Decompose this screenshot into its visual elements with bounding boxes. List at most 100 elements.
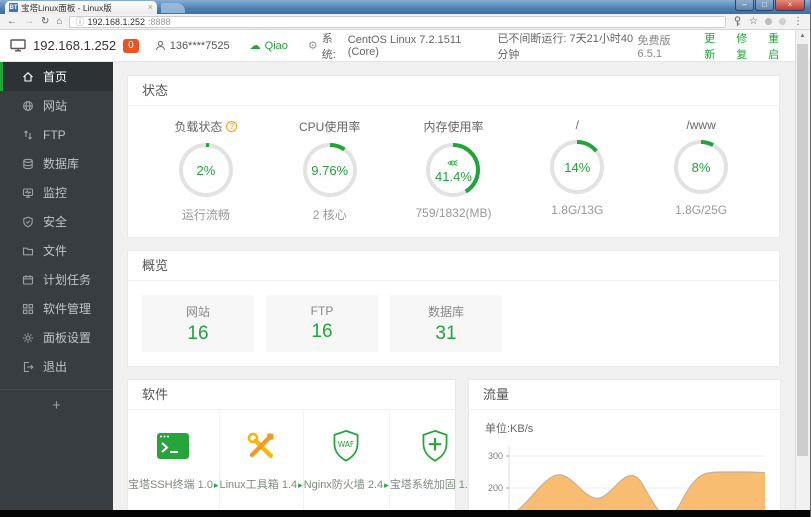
overview-sites[interactable]: 网站 16 [142, 295, 254, 352]
sidebar-item-cron[interactable]: 计划任务 [0, 265, 113, 294]
overview-label: 数据库 [427, 304, 464, 319]
donut-gauge: 14% [548, 138, 606, 196]
sidebar-item-label: 软件管理 [43, 302, 92, 316]
monitor-icon [10, 39, 26, 52]
scrollbar-thumb[interactable] [797, 44, 808, 456]
sidebar-item-label: 首页 [43, 70, 68, 84]
reload-icon[interactable]: ↻ [41, 15, 49, 29]
gauge-subtext: 1.8G/25G [675, 203, 728, 217]
traffic-title: 流量 [469, 380, 780, 410]
account-phone[interactable]: 136****7525 [155, 40, 230, 52]
gauge-label: /www [686, 118, 716, 132]
gauge-cpu: CPU使用率 9.76% 2 核心 [268, 118, 392, 223]
play-icon: ▸ [213, 480, 219, 490]
play-icon: ▸ [298, 480, 303, 490]
sidebar-item-label: 网站 [43, 99, 68, 113]
extension-icon[interactable] [765, 18, 772, 25]
monitor-pulse-icon [22, 187, 34, 198]
forward-icon[interactable]: → [24, 15, 34, 29]
site-favicon: BT [9, 3, 18, 12]
user-icon [155, 40, 165, 51]
play-icon: ▸ [384, 480, 389, 490]
bookmark-star-icon[interactable]: ☆ [749, 15, 758, 29]
gauge-value: 8% [691, 159, 711, 175]
cloud-account[interactable]: ☁ Qiao [250, 39, 288, 53]
gear-icon [23, 332, 33, 343]
traffic-card: 流量 单位:KB/s 300200100 [468, 379, 781, 510]
software-item-ssh-terminal[interactable]: 宝塔SSH终端 1.0▸ [128, 410, 220, 510]
gauge-load: 负载状态 ? 2% 运行流畅 [144, 118, 268, 223]
gauge-value: 14% [564, 159, 591, 175]
gauge-subtext: 2 核心 [312, 208, 347, 222]
database-icon [23, 158, 33, 169]
server-ip[interactable]: 192.168.1.252 [33, 38, 116, 53]
software-item-nginx-waf[interactable]: WAF Nginx防火墙 2.4▸ [304, 410, 390, 510]
sidebar-item-sites[interactable]: 网站 [0, 91, 113, 120]
sidebar-item-settings[interactable]: 面板设置 [0, 323, 113, 352]
software-card: 软件 宝塔SSH终端 1.0▸ Linux工具箱 1.4▸ WAF Nginx防… [127, 379, 480, 510]
sidebar-item-files[interactable]: 文件 [0, 236, 113, 265]
software-item-linux-toolbox[interactable]: Linux工具箱 1.4▸ [220, 410, 304, 510]
main-content: 状态 负载状态 ? 2% 运行流畅 CPU使用率 9.76% 2 核心 内存使用… [113, 62, 810, 510]
sidebar-item-ftp[interactable]: FTP [0, 120, 113, 149]
extension-icon[interactable] [779, 18, 786, 25]
message-badge[interactable]: 0 [123, 38, 139, 53]
software-item-system-hardening[interactable]: 宝塔系统加固 1.3▸ [390, 410, 480, 510]
globe-icon [23, 100, 33, 111]
donut-gauge: 41.4% [424, 141, 482, 199]
scrollbar-up-icon[interactable]: ▲ [796, 30, 809, 43]
update-link[interactable]: 更新 [704, 30, 724, 62]
sidebar-item-security[interactable]: 安全 [0, 207, 113, 236]
sidebar-add-button[interactable]: + [0, 390, 113, 420]
gauge-label: 内存使用率 [423, 120, 484, 134]
home-icon[interactable]: ⌂ [56, 15, 62, 29]
sidebar-item-label: 退出 [43, 360, 68, 374]
sidebar-item-database[interactable]: 数据库 [0, 149, 113, 178]
software-item-label: Linux工具箱 1.4 [219, 479, 298, 491]
window-maximize-button[interactable]: □ [755, 0, 774, 11]
sidebar-item-label: 计划任务 [43, 273, 92, 287]
tab-close-icon[interactable]: × [148, 3, 153, 12]
gauge-subtext: 运行流畅 [181, 208, 230, 222]
server-info: 192.168.1.252 0 [10, 38, 139, 53]
key-extension-icon[interactable] [733, 16, 742, 27]
software-item-label: Nginx防火墙 2.4 [303, 479, 384, 491]
svg-text:300: 300 [488, 451, 503, 461]
chrome-menu-icon[interactable]: ⋮ [793, 15, 803, 29]
restart-link[interactable]: 重启 [768, 30, 788, 62]
window-close-button[interactable]: × [775, 0, 805, 11]
repair-link[interactable]: 修复 [736, 30, 756, 62]
software-item-label: 宝塔SSH终端 1.0 [128, 479, 213, 491]
sidebar-item-home[interactable]: 首页 [0, 62, 113, 91]
overview-value: 31 [435, 322, 457, 344]
back-icon[interactable]: ← [7, 15, 17, 29]
window-minimize-button[interactable]: – [735, 0, 754, 11]
page-info-icon[interactable]: ⓘ [75, 15, 84, 28]
screen: BT 宝塔Linux面板 - Linux版 × – □ × ← → ↻ ⌂ ⓘ … [0, 0, 811, 517]
home-icon [23, 71, 33, 82]
new-tab-button[interactable] [161, 3, 185, 13]
donut-gauge: 9.76% [301, 141, 359, 199]
overview-database[interactable]: 数据库 31 [390, 295, 502, 352]
traffic-chart: 300200100 [488, 446, 766, 510]
system-info: ⚙ 系统: CentOS Linux 7.2.1511 (Core) [308, 30, 477, 62]
overview-label: 网站 [185, 304, 210, 319]
donut-gauge: 8% [672, 138, 730, 196]
overview-ftp[interactable]: FTP 16 [266, 295, 378, 352]
browser-tab[interactable]: BT 宝塔Linux面板 - Linux版 × [5, 1, 157, 14]
sidebar-item-software[interactable]: 软件管理 [0, 294, 113, 323]
status-card: 状态 负载状态 ? 2% 运行流畅 CPU使用率 9.76% 2 核心 内存使用… [127, 75, 780, 238]
system-label: 系统: [321, 32, 336, 61]
sidebar-item-monitor[interactable]: 监控 [0, 178, 113, 207]
help-icon[interactable]: ? [226, 121, 238, 132]
gauge-disk-root: / 14% 1.8G/13G [515, 118, 639, 223]
page-scrollbar[interactable]: ▲ [795, 30, 809, 510]
gauge-value: 2% [196, 162, 216, 178]
gear-icon: ⚙ [307, 40, 318, 52]
gauge-subtext: 1.8G/13G [551, 203, 604, 217]
panel-version: 免费版 6.5.1 [637, 34, 671, 60]
sidebar-item-logout[interactable]: 退出 [0, 352, 113, 381]
url-bar[interactable]: ⓘ 192.168.1.252:8888 [69, 15, 727, 28]
gauge-label: 负载状态 [174, 120, 223, 134]
cloud-name: Qiao [264, 39, 288, 52]
